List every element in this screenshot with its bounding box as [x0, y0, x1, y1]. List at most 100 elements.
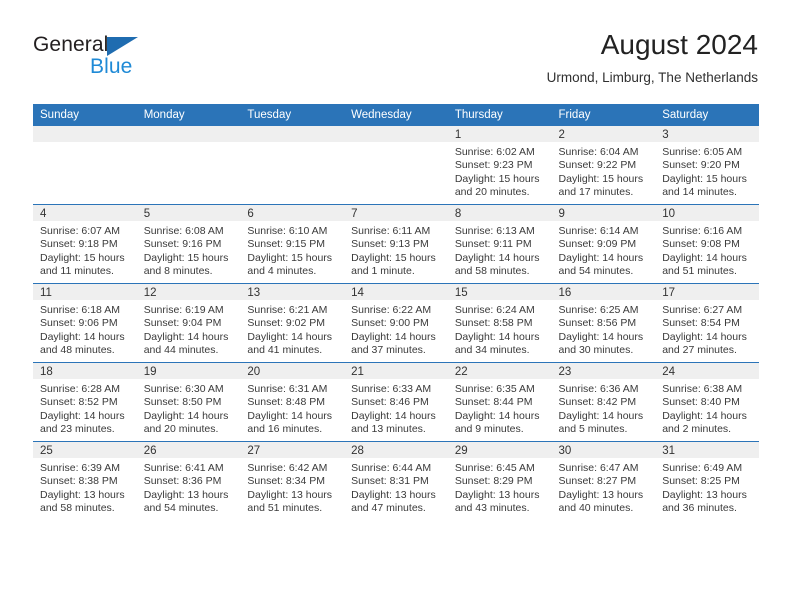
sunrise-time: Sunrise: 6:16 AM — [662, 225, 743, 237]
calendar-day-cell[interactable]: 24 Sunrise: 6:38 AM Sunset: 8:40 PM Dayligh… — [655, 362, 759, 442]
daylight-duration-line2: and 4 minutes. — [247, 265, 317, 278]
daylight-duration-line2: and 1 minute. — [351, 265, 415, 278]
sunrise-time: Sunrise: 6:21 AM — [247, 304, 328, 316]
sunrise-time: Sunrise: 6:35 AM — [454, 383, 535, 395]
day-details: Sunrise: 6:22 AM Sunset: 9:00 PM Daylight:… — [344, 300, 448, 358]
day-details: Sunrise: 6:38 AM Sunset: 8:40 PM Daylight:… — [655, 379, 759, 437]
sunset-time: Sunset: 8:36 PM — [143, 475, 222, 488]
calendar-day-cell[interactable]: 13 Sunrise: 6:21 AM Sunset: 9:02 PM Dayligh… — [240, 283, 345, 363]
calendar-day-cell[interactable]: 9 Sunrise: 6:14 AM Sunset: 9:09 PM Daylight… — [551, 204, 656, 284]
calendar-day-cell[interactable]: 11 Sunrise: 6:18 AM Sunset: 9:06 PM Dayligh… — [33, 283, 137, 363]
calendar-day-cell[interactable]: 20 Sunrise: 6:31 AM Sunset: 8:48 PM Dayligh… — [240, 362, 345, 442]
day-number: 22 — [447, 363, 552, 379]
daylight-duration-line1: Daylight: 14 hours — [351, 409, 436, 422]
calendar-header-row: Sunday Monday Tuesday Wednesday Thursday… — [33, 104, 759, 126]
calendar-day-cell[interactable]: 19 Sunrise: 6:30 AM Sunset: 8:50 PM Dayligh… — [136, 362, 241, 442]
calendar-body: 1 Sunrise: 6:02 AM Sunset: 9:23 PM Daylight… — [33, 126, 759, 520]
sunrise-time: Sunrise: 6:41 AM — [143, 462, 224, 474]
logo-text-general: General — [33, 33, 109, 56]
sunrise-time: Sunrise: 6:44 AM — [351, 462, 432, 474]
day-details: Sunrise: 6:13 AM Sunset: 9:11 PM Daylight:… — [448, 221, 552, 279]
daylight-duration-line1: Daylight: 14 hours — [247, 409, 333, 422]
day-number: 5 — [136, 205, 241, 221]
calendar-page: General Blue August 2024 Urmond, Limburg… — [0, 0, 792, 612]
daylight-duration-line2: and 58 minutes. — [454, 265, 530, 278]
sunset-time: Sunset: 9:22 PM — [558, 159, 637, 172]
calendar-day-cell[interactable]: 23 Sunrise: 6:36 AM Sunset: 8:42 PM Dayligh… — [551, 362, 656, 442]
general-blue-logo[interactable]: General Blue — [33, 33, 253, 89]
daylight-duration-line2: and 20 minutes. — [454, 186, 530, 199]
daylight-duration-line1: Daylight: 14 hours — [662, 409, 747, 422]
daylight-duration-line2: and 41 minutes. — [247, 344, 323, 357]
day-details: Sunrise: 6:33 AM Sunset: 8:46 PM Daylight:… — [344, 379, 448, 437]
day-details: Sunrise: 6:42 AM Sunset: 8:34 PM Daylight:… — [240, 458, 344, 516]
daylight-duration-line1: Daylight: 15 hours — [454, 172, 540, 185]
sunrise-time: Sunrise: 6:45 AM — [454, 462, 535, 474]
sunset-time: Sunset: 9:16 PM — [143, 238, 222, 251]
calendar-day-cell[interactable]: 16 Sunrise: 6:25 AM Sunset: 8:56 PM Dayligh… — [551, 283, 656, 363]
daylight-duration-line1: Daylight: 14 hours — [662, 330, 747, 343]
day-number: 23 — [551, 363, 656, 379]
sunrise-time: Sunrise: 6:10 AM — [247, 225, 328, 237]
calendar-week-row: 11 Sunrise: 6:18 AM Sunset: 9:06 PM Dayligh… — [33, 283, 759, 363]
calendar-day-cell[interactable]: 8 Sunrise: 6:13 AM Sunset: 9:11 PM Daylight… — [447, 204, 552, 284]
day-number: 28 — [344, 442, 448, 458]
calendar-day-cell-empty — [136, 126, 241, 205]
calendar-day-cell[interactable]: 7 Sunrise: 6:11 AM Sunset: 9:13 PM Daylight… — [344, 204, 448, 284]
sunset-time: Sunset: 8:38 PM — [40, 475, 118, 488]
logo-triangle-icon — [107, 37, 138, 56]
sunrise-time: Sunrise: 6:14 AM — [558, 225, 639, 237]
day-details: Sunrise: 6:36 AM Sunset: 8:42 PM Daylight:… — [552, 379, 656, 437]
calendar-day-cell[interactable]: 21 Sunrise: 6:33 AM Sunset: 8:46 PM Dayligh… — [344, 362, 448, 442]
calendar-day-cell[interactable]: 31 Sunrise: 6:49 AM Sunset: 8:25 PM Dayligh… — [655, 441, 759, 520]
sunset-time: Sunset: 8:46 PM — [351, 396, 429, 409]
calendar-day-cell[interactable]: 27 Sunrise: 6:42 AM Sunset: 8:34 PM Dayligh… — [240, 441, 345, 520]
calendar-day-cell[interactable]: 29 Sunrise: 6:45 AM Sunset: 8:29 PM Dayligh… — [447, 441, 552, 520]
calendar-day-cell[interactable]: 15 Sunrise: 6:24 AM Sunset: 8:58 PM Dayligh… — [447, 283, 552, 363]
daylight-duration-line2: and 58 minutes. — [40, 502, 115, 515]
day-details: Sunrise: 6:30 AM Sunset: 8:50 PM Daylight:… — [137, 379, 241, 437]
sunrise-time: Sunrise: 6:02 AM — [454, 146, 535, 158]
daylight-duration-line2: and 54 minutes. — [558, 265, 634, 278]
daylight-duration-line2: and 16 minutes. — [247, 423, 323, 436]
daylight-duration-line2: and 51 minutes. — [662, 265, 737, 278]
calendar-day-cell[interactable]: 12 Sunrise: 6:19 AM Sunset: 9:04 PM Dayligh… — [136, 283, 241, 363]
daylight-duration-line2: and 8 minutes. — [143, 265, 213, 278]
sunrise-time: Sunrise: 6:07 AM — [40, 225, 120, 237]
day-number: 9 — [551, 205, 656, 221]
daylight-duration-line2: and 2 minutes. — [662, 423, 732, 436]
calendar-day-cell-empty — [344, 126, 448, 205]
calendar-day-cell[interactable]: 3 Sunrise: 6:05 AM Sunset: 9:20 PM Daylight… — [655, 126, 759, 205]
day-number: 10 — [655, 205, 759, 221]
day-details: Sunrise: 6:19 AM Sunset: 9:04 PM Daylight:… — [137, 300, 241, 358]
calendar-day-cell[interactable]: 1 Sunrise: 6:02 AM Sunset: 9:23 PM Daylight… — [447, 126, 552, 205]
calendar-day-cell[interactable]: 5 Sunrise: 6:08 AM Sunset: 9:16 PM Daylight… — [136, 204, 241, 284]
calendar-day-cell[interactable]: 6 Sunrise: 6:10 AM Sunset: 9:15 PM Daylight… — [240, 204, 345, 284]
sunrise-time: Sunrise: 6:08 AM — [143, 225, 224, 237]
daylight-duration-line2: and 51 minutes. — [247, 502, 323, 515]
sunrise-time: Sunrise: 6:33 AM — [351, 383, 432, 395]
calendar-day-cell[interactable]: 17 Sunrise: 6:27 AM Sunset: 8:54 PM Dayligh… — [655, 283, 759, 363]
calendar-day-cell[interactable]: 14 Sunrise: 6:22 AM Sunset: 9:00 PM Dayligh… — [344, 283, 448, 363]
sunset-time: Sunset: 8:48 PM — [247, 396, 326, 409]
calendar-day-cell[interactable]: 26 Sunrise: 6:41 AM Sunset: 8:36 PM Dayligh… — [136, 441, 241, 520]
sunrise-time: Sunrise: 6:13 AM — [454, 225, 535, 237]
day-number — [344, 126, 448, 142]
calendar-day-cell[interactable]: 30 Sunrise: 6:47 AM Sunset: 8:27 PM Dayligh… — [551, 441, 656, 520]
calendar-day-cell[interactable]: 25 Sunrise: 6:39 AM Sunset: 8:38 PM Dayligh… — [33, 441, 137, 520]
day-details: Sunrise: 6:11 AM Sunset: 9:13 PM Daylight:… — [344, 221, 448, 279]
calendar-day-cell[interactable]: 18 Sunrise: 6:28 AM Sunset: 8:52 PM Dayligh… — [33, 362, 137, 442]
daylight-duration-line2: and 9 minutes. — [454, 423, 524, 436]
calendar-day-cell[interactable]: 4 Sunrise: 6:07 AM Sunset: 9:18 PM Daylight… — [33, 204, 137, 284]
day-details: Sunrise: 6:35 AM Sunset: 8:44 PM Daylight:… — [448, 379, 552, 437]
sunset-time: Sunset: 9:15 PM — [247, 238, 326, 251]
calendar-day-cell[interactable]: 22 Sunrise: 6:35 AM Sunset: 8:44 PM Dayligh… — [447, 362, 552, 442]
calendar-day-cell[interactable]: 2 Sunrise: 6:04 AM Sunset: 9:22 PM Daylight… — [551, 126, 656, 205]
calendar-day-cell[interactable]: 28 Sunrise: 6:44 AM Sunset: 8:31 PM Dayligh… — [344, 441, 448, 520]
daylight-duration-line1: Daylight: 15 hours — [143, 251, 229, 264]
day-details: Sunrise: 6:41 AM Sunset: 8:36 PM Daylight:… — [137, 458, 241, 516]
daylight-duration-line1: Daylight: 15 hours — [662, 172, 747, 185]
day-details: Sunrise: 6:07 AM Sunset: 9:18 PM Daylight:… — [33, 221, 137, 279]
calendar-day-cell[interactable]: 10 Sunrise: 6:16 AM Sunset: 9:08 PM Dayligh… — [655, 204, 759, 284]
day-details: Sunrise: 6:21 AM Sunset: 9:02 PM Daylight:… — [240, 300, 344, 358]
